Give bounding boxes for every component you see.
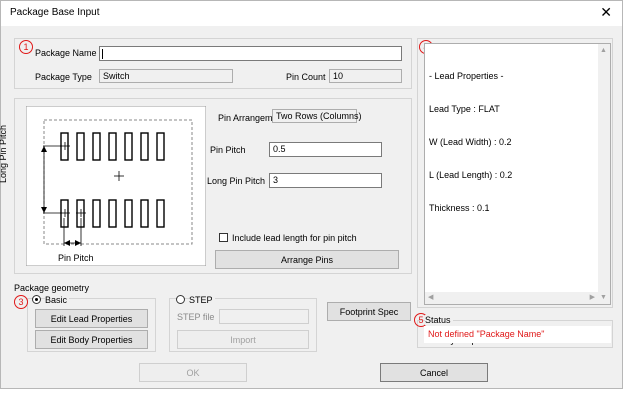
- status-title: Status: [425, 315, 453, 325]
- properties-line: Lead Type : FLAT: [429, 104, 500, 114]
- cancel-button[interactable]: Cancel: [380, 363, 488, 382]
- edit-body-properties-button[interactable]: Edit Body Properties: [35, 330, 148, 349]
- vertical-scrollbar[interactable]: ▲ ▼: [598, 44, 610, 304]
- pin-count-label: Pin Count: [286, 72, 326, 82]
- diagram-pin-pitch-label: Pin Pitch: [58, 253, 94, 263]
- close-icon[interactable]: ✕: [600, 4, 612, 20]
- step-radio[interactable]: [176, 295, 185, 304]
- package-name-label: Package Name: [35, 48, 97, 58]
- basic-radio[interactable]: [32, 295, 41, 304]
- package-name-input[interactable]: [99, 46, 402, 61]
- footprint-spec-button[interactable]: Footprint Spec: [327, 302, 411, 321]
- properties-line: [429, 269, 512, 280]
- scroll-down-icon[interactable]: ▼: [600, 294, 607, 301]
- package-geometry-title: Package geometry: [14, 283, 90, 293]
- pin-count-field: 10: [329, 69, 402, 83]
- section-1-badge: 1: [19, 40, 33, 54]
- package-base-input-dialog: Package Base Input ✕ 1 Package Name Pack…: [0, 0, 623, 389]
- package-type-label: Package Type: [35, 72, 92, 82]
- properties-line: W (Lead Width) : 0.2: [429, 137, 512, 147]
- long-pin-pitch-label: Long Pin Pitch: [207, 176, 266, 186]
- properties-line: Thickness : 0.1: [429, 203, 490, 213]
- include-lead-length-checkbox[interactable]: [219, 233, 228, 242]
- properties-line: L (Lead Length) : 0.2: [429, 170, 513, 180]
- package-type-field: Switch: [99, 69, 233, 83]
- text-cursor: [102, 49, 103, 59]
- long-pin-pitch-input[interactable]: 3: [269, 173, 382, 188]
- scroll-right-icon[interactable]: ▶: [590, 293, 595, 301]
- title-bar: Package Base Input ✕: [1, 1, 622, 26]
- status-box: Not defined "Package Name": [424, 326, 611, 343]
- scroll-left-icon[interactable]: ◀: [428, 293, 433, 301]
- arrange-pins-button[interactable]: Arrange Pins: [215, 250, 399, 269]
- step-file-label: STEP file: [177, 312, 215, 322]
- ok-button: OK: [139, 363, 247, 382]
- basic-label[interactable]: Basic: [45, 295, 70, 305]
- properties-textbox[interactable]: - Lead Properties - Lead Type : FLAT W (…: [424, 43, 611, 378]
- properties-line: [429, 236, 512, 247]
- pin-pitch-label: Pin Pitch: [210, 145, 246, 155]
- import-button: Import: [177, 330, 309, 349]
- properties-line: - Lead Properties -: [429, 71, 504, 81]
- diagram-long-pin-pitch-label: Long Pin Pitch: [0, 124, 8, 183]
- edit-lead-properties-button[interactable]: Edit Lead Properties: [35, 309, 148, 328]
- step-file-field: [219, 309, 309, 324]
- pin-layout-diagram: [26, 106, 206, 266]
- include-lead-length-label[interactable]: Include lead length for pin pitch: [232, 233, 357, 243]
- status-message: Not defined "Package Name": [428, 329, 545, 339]
- properties-text: - Lead Properties - Lead Type : FLAT W (…: [429, 49, 512, 401]
- horizontal-scrollbar[interactable]: ◀ ▶: [425, 292, 598, 304]
- pin-arrangement-field: Two Rows (Columns): [272, 109, 362, 123]
- step-label[interactable]: STEP: [189, 295, 215, 305]
- section-3-badge: 3: [14, 295, 28, 309]
- scroll-up-icon[interactable]: ▲: [600, 47, 607, 54]
- pin-pitch-input[interactable]: 0.5: [269, 142, 382, 157]
- window-title: Package Base Input: [10, 7, 100, 18]
